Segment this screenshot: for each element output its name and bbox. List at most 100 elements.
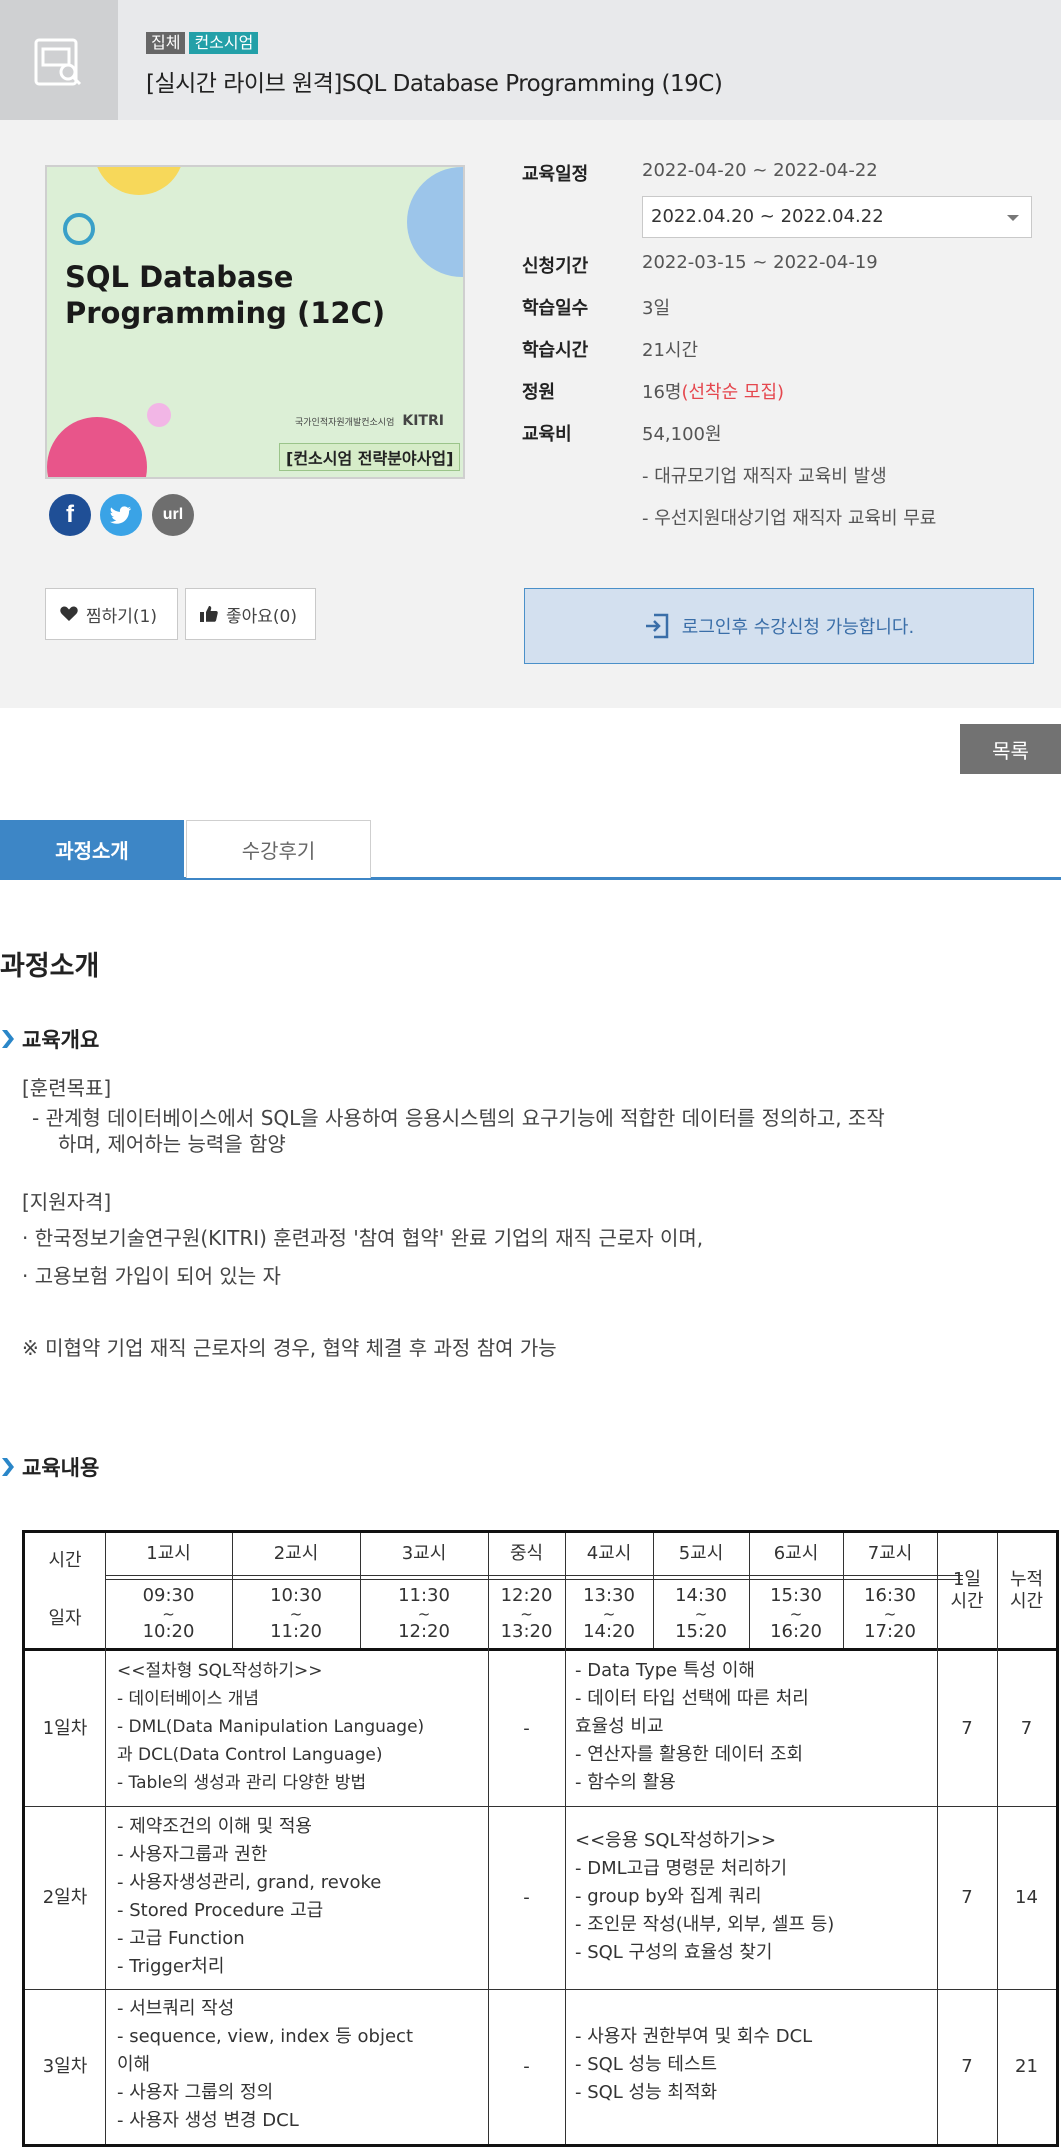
apply-period-label: 신청기간	[522, 256, 589, 277]
heart-icon	[60, 606, 78, 621]
course-title: [실시간 라이브 원격]SQL Database Programming (19…	[146, 71, 723, 97]
header-time: 시간	[48, 1550, 82, 1571]
fee-note-priority: - 우선지원대상기업 재직자 교육비 무료	[642, 508, 937, 529]
time-end: 14:20	[583, 1621, 635, 1642]
chevron-down-icon	[1007, 215, 1019, 221]
thumbnail-title: SQL Database Programming (12C)	[65, 260, 386, 330]
time-end: 17:20	[864, 1621, 916, 1642]
day-3-label: 3일차	[42, 2056, 88, 2077]
login-notice-label: 로그인후 수강신청 가능합니다.	[681, 617, 915, 638]
day-1-afternoon: - Data Type 특성 이해 - 데이터 타입 선택에 따른 처리 효율성…	[575, 1660, 809, 1793]
time-range-6: 15:30 ~16:20	[749, 1581, 843, 1647]
course-thumbnail: SQL Database Programming (12C) 국가인적자원개발컨…	[45, 165, 465, 479]
overview-heading-label: 교육개요	[22, 1028, 100, 1052]
period-1: 1교시	[146, 1543, 191, 1564]
badge-type: 집체	[146, 32, 186, 54]
header-daily-hours: 1일 시간	[950, 1568, 984, 1612]
day-2-label: 2일차	[42, 1887, 88, 1908]
hours-value: 21시간	[642, 340, 699, 361]
chevron-right-icon	[2, 1030, 14, 1048]
url-share-icon[interactable]: url	[152, 494, 194, 536]
chevron-right-icon	[2, 1458, 14, 1476]
day-3-hours: 7	[961, 2056, 973, 2077]
wish-label: 찜하기(1)	[86, 606, 158, 627]
day-2-cumulative: 14	[1015, 1887, 1038, 1908]
consortium-logo-text: 국가인적자원개발컨소시엄	[295, 417, 395, 428]
schedule-select-value: 2022.04.20 ~ 2022.04.22	[651, 206, 884, 227]
period-3: 3교시	[401, 1543, 447, 1564]
fee-note-large: - 대규모기업 재직자 교육비 발생	[642, 466, 887, 487]
course-info-panel: SQL Database Programming (12C) 국가인적자원개발컨…	[0, 120, 1061, 708]
list-button[interactable]: 목록	[960, 724, 1061, 774]
period-lunch: 중식	[509, 1543, 544, 1564]
time-start: 14:30	[675, 1585, 727, 1606]
login-icon	[645, 613, 669, 639]
time-end: 12:20	[398, 1621, 450, 1642]
time-range-2: 10:30 ~11:20	[232, 1581, 360, 1647]
capacity-number: 16명	[642, 382, 682, 403]
facebook-share-icon[interactable]: f	[49, 494, 91, 536]
day-2-lunch: -	[523, 1887, 530, 1908]
day-3-cumulative: 21	[1015, 2056, 1038, 2077]
day-1-morning: <<절차형 SQL작성하기>> - 데이터베이스 개념 - DML(Data M…	[117, 1661, 425, 1793]
twitter-share-icon[interactable]	[100, 494, 142, 536]
day-1-hours: 7	[961, 1717, 973, 1739]
schedule-table: 시간 일자 1교시 2교시 3교시 중식 4교시 5교시 6교시 7교시 09:…	[22, 1530, 1059, 2147]
tab-course-intro[interactable]: 과정소개	[0, 820, 184, 878]
login-to-apply-button[interactable]: 로그인후 수강신청 가능합니다.	[524, 588, 1034, 664]
fee-label: 교육비	[522, 424, 572, 445]
goal-line-1: - 관계형 데이터베이스에서 SQL을 사용하여 응용시스템의 요구기능에 적합…	[32, 1106, 885, 1130]
schedule-select[interactable]: 2022.04.20 ~ 2022.04.22	[642, 196, 1032, 238]
like-button[interactable]: 좋아요(0)	[185, 588, 316, 640]
qualification-line-2: · 고용보험 가입이 되어 있는 자	[22, 1264, 281, 1288]
capacity-value: 16명(선착순 모집)	[642, 378, 784, 404]
schedule-label: 교육일정	[522, 164, 589, 185]
agreement-note: ※ 미협약 기업 재직 근로자의 경우, 협약 체결 후 과정 참여 가능	[22, 1336, 557, 1360]
period-4: 4교시	[586, 1543, 632, 1564]
day-1-cumulative: 7	[1020, 1717, 1033, 1739]
thumbnail-subtitle: [컨소시엄 전략분야사업]	[279, 443, 461, 471]
time-range-5: 14:30 ~15:20	[653, 1581, 749, 1647]
period-6: 6교시	[773, 1543, 819, 1564]
tab-reviews[interactable]: 수강후기	[186, 820, 371, 878]
hours-label: 학습시간	[522, 340, 589, 361]
day-3-lunch: -	[523, 2056, 530, 2077]
time-end: 11:20	[270, 1621, 322, 1642]
period-2: 2교시	[273, 1543, 319, 1564]
days-value: 3일	[642, 298, 671, 319]
course-header: 집체 컨소시엄 [실시간 라이브 원격]SQL Database Program…	[0, 0, 1061, 120]
overview-heading: 교육개요	[0, 1024, 99, 1054]
time-range-3: 11:30 ~12:20	[360, 1581, 488, 1647]
apply-period-value: 2022-03-15 ~ 2022-04-19	[642, 252, 878, 273]
day-2-morning: - 제약조건의 이해 및 적용 - 사용자그룹과 권한 - 사용자생성관리, g…	[117, 1816, 382, 1977]
kitri-logo: KITRI	[402, 413, 444, 429]
day-3-afternoon: - 사용자 권한부여 및 회수 DCL - SQL 성능 테스트 - SQL 성…	[575, 2026, 813, 2103]
qualification-line-1: · 한국정보기술연구원(KITRI) 훈련과정 '참여 협약' 완료 기업의 재…	[22, 1226, 704, 1250]
goal-line-2: 하며, 제어하는 능력을 함양	[58, 1132, 286, 1156]
thumbnail-logos: 국가인적자원개발컨소시엄 KITRI	[295, 413, 444, 429]
time-end: 15:20	[675, 1621, 727, 1642]
period-7: 7교시	[867, 1543, 913, 1564]
time-start: 09:30	[142, 1585, 195, 1606]
period-5: 5교시	[678, 1543, 724, 1564]
content-heading-label: 교육내용	[22, 1456, 100, 1480]
like-label: 좋아요(0)	[226, 606, 298, 627]
time-start: 10:30	[270, 1585, 322, 1606]
day-2-hours: 7	[961, 1887, 973, 1908]
wish-button[interactable]: 찜하기(1)	[45, 588, 178, 640]
day-2-afternoon: <<응용 SQL작성하기>> - DML고급 명령문 처리하기 - group …	[575, 1830, 835, 1963]
days-label: 학습일수	[522, 298, 589, 319]
time-start: 11:30	[398, 1585, 450, 1606]
capacity-label: 정원	[522, 382, 556, 403]
schedule-value: 2022-04-20 ~ 2022-04-22	[642, 160, 878, 181]
time-range-1: 09:30 ~10:20	[105, 1581, 232, 1647]
time-end: 16:20	[770, 1621, 822, 1642]
course-type-icon	[0, 0, 118, 120]
time-end: 10:20	[142, 1621, 195, 1642]
day-1-label: 1일차	[42, 1717, 88, 1739]
time-end: 13:20	[500, 1621, 553, 1642]
time-range-4: 13:30 ~14:20	[565, 1581, 653, 1647]
time-start: 15:30	[770, 1585, 822, 1606]
section-title: 과정소개	[0, 951, 100, 982]
time-start: 13:30	[583, 1585, 635, 1606]
